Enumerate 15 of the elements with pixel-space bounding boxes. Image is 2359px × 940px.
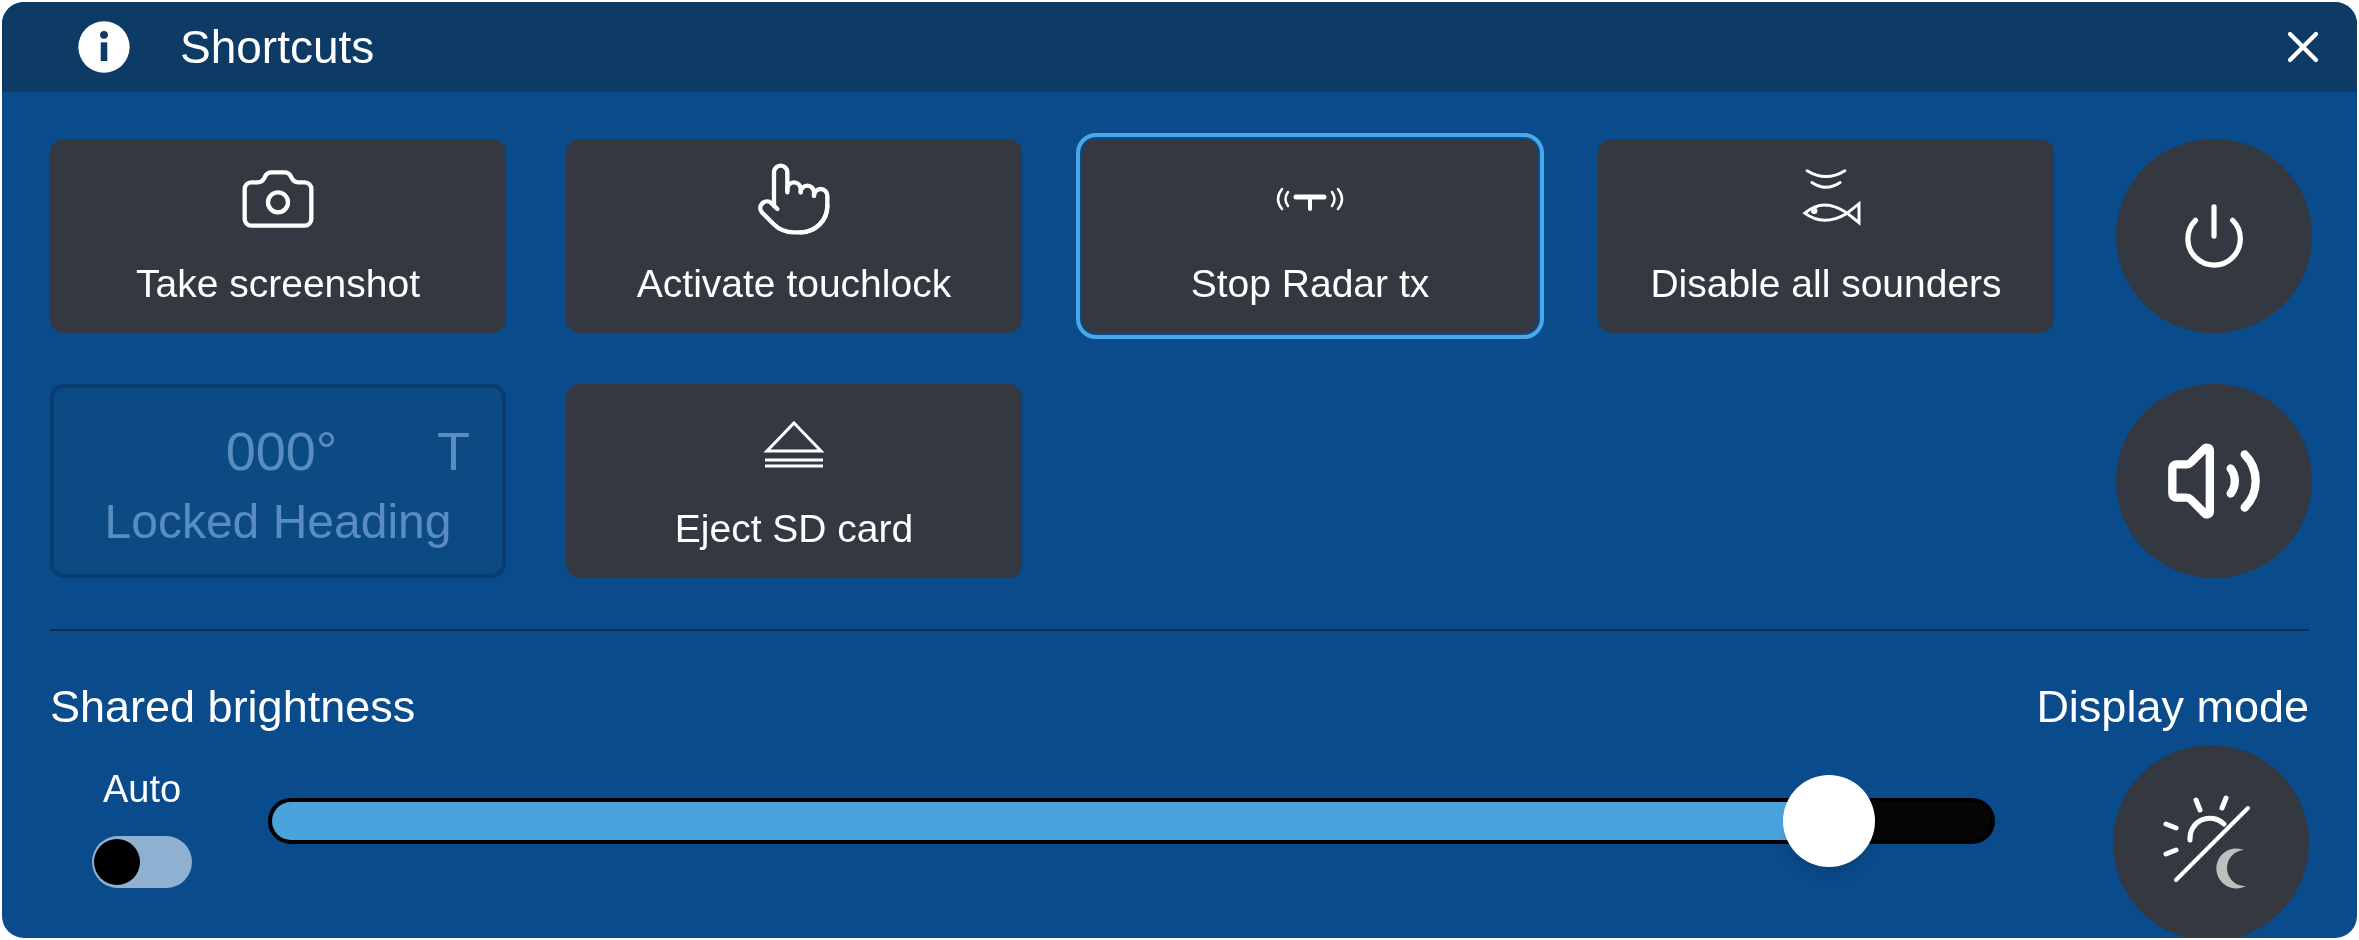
- brightness-slider[interactable]: [268, 772, 1995, 869]
- window-title: Shortcuts: [180, 19, 376, 75]
- shortcut-button[interactable]: Take screenshot: [50, 139, 506, 333]
- auto-toggle[interactable]: [92, 835, 192, 888]
- auto-label: Auto: [102, 766, 182, 812]
- heading-label: Locked Heading: [104, 493, 452, 550]
- shortcut-button[interactable]: Eject SD card: [566, 384, 1022, 578]
- heading-value: 000°: [224, 419, 339, 483]
- eject-icon: [761, 418, 827, 469]
- info-icon: [76, 19, 132, 75]
- brightness-label: Shared brightness: [50, 680, 417, 734]
- shortcut-button[interactable]: Activate touchlock: [566, 139, 1022, 333]
- shortcut-button[interactable]: Disable all sounders: [1598, 139, 2054, 333]
- heading-reference: T: [437, 419, 470, 483]
- display-mode-label: Display mode: [2036, 680, 2309, 734]
